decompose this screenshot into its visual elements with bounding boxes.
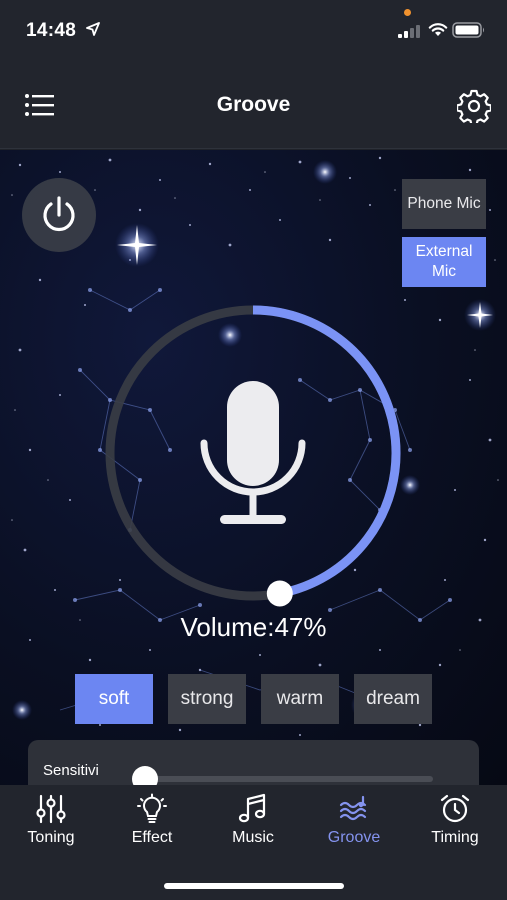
sensitivity-slider-thumb[interactable] [132, 766, 158, 785]
phone-mic-button[interactable]: Phone Mic [402, 179, 486, 229]
tab-bar: Toning Effect Music Groove Timing [0, 785, 507, 900]
music-note-icon [238, 793, 266, 823]
mode-warm-label: warm [276, 688, 324, 709]
status-bar: 14:48 [0, 0, 507, 62]
tab-toning-label: Toning [27, 829, 75, 846]
sensitivity-slider-track[interactable] [146, 776, 433, 782]
lightbulb-icon [137, 793, 167, 823]
mode-soft-button[interactable]: soft [75, 674, 153, 724]
power-icon [43, 196, 75, 232]
volume-dial[interactable] [98, 298, 408, 608]
groove-stage: Phone Mic External Mic Volume:47% soft s… [0, 150, 507, 785]
volume-label: Volume:47% [180, 612, 327, 642]
mode-dream-label: dream [366, 688, 420, 709]
gear-icon[interactable] [457, 89, 491, 123]
power-button[interactable] [22, 178, 96, 252]
microphone-icon [200, 381, 306, 524]
sensitivity-panel: Sensitivi [28, 740, 479, 785]
tab-groove-label: Groove [327, 829, 381, 846]
mode-strong-label: strong [180, 688, 234, 709]
wifi-icon [428, 23, 448, 36]
mode-strong-button[interactable]: strong [168, 674, 246, 724]
mode-warm-button[interactable]: warm [261, 674, 339, 724]
tab-effect[interactable]: Effect [107, 793, 197, 853]
privacy-indicator-dot [404, 9, 411, 16]
alarm-clock-icon [440, 794, 470, 823]
cellular-signal-icon [398, 25, 420, 38]
tab-music[interactable]: Music [208, 793, 298, 853]
external-mic-label-line2: Mic [431, 263, 457, 280]
sensitivity-label: Sensitivi [43, 762, 99, 779]
status-time: 14:48 [26, 20, 77, 41]
location-arrow-icon [86, 22, 100, 36]
sound-wave-icon [339, 795, 367, 821]
home-indicator [164, 883, 344, 889]
nav-bar: Groove [0, 62, 507, 149]
external-mic-label-line1: External [415, 243, 473, 260]
tab-timing[interactable]: Timing [410, 793, 500, 853]
sliders-icon [36, 794, 66, 824]
tab-timing-label: Timing [431, 829, 479, 846]
phone-mic-label: Phone Mic [407, 195, 481, 212]
tab-groove[interactable]: Groove [309, 793, 399, 853]
volume-dial-knob [266, 580, 293, 607]
mode-soft-label: soft [98, 688, 130, 709]
external-mic-button[interactable]: External Mic [402, 237, 486, 287]
mode-dream-button[interactable]: dream [354, 674, 432, 724]
page-title: Groove [216, 93, 291, 116]
tab-effect-label: Effect [131, 829, 173, 846]
tab-toning[interactable]: Toning [6, 793, 96, 853]
battery-icon [452, 22, 484, 38]
mode-selector: soft strong warm dream [75, 674, 435, 726]
tab-music-label: Music [232, 829, 274, 846]
